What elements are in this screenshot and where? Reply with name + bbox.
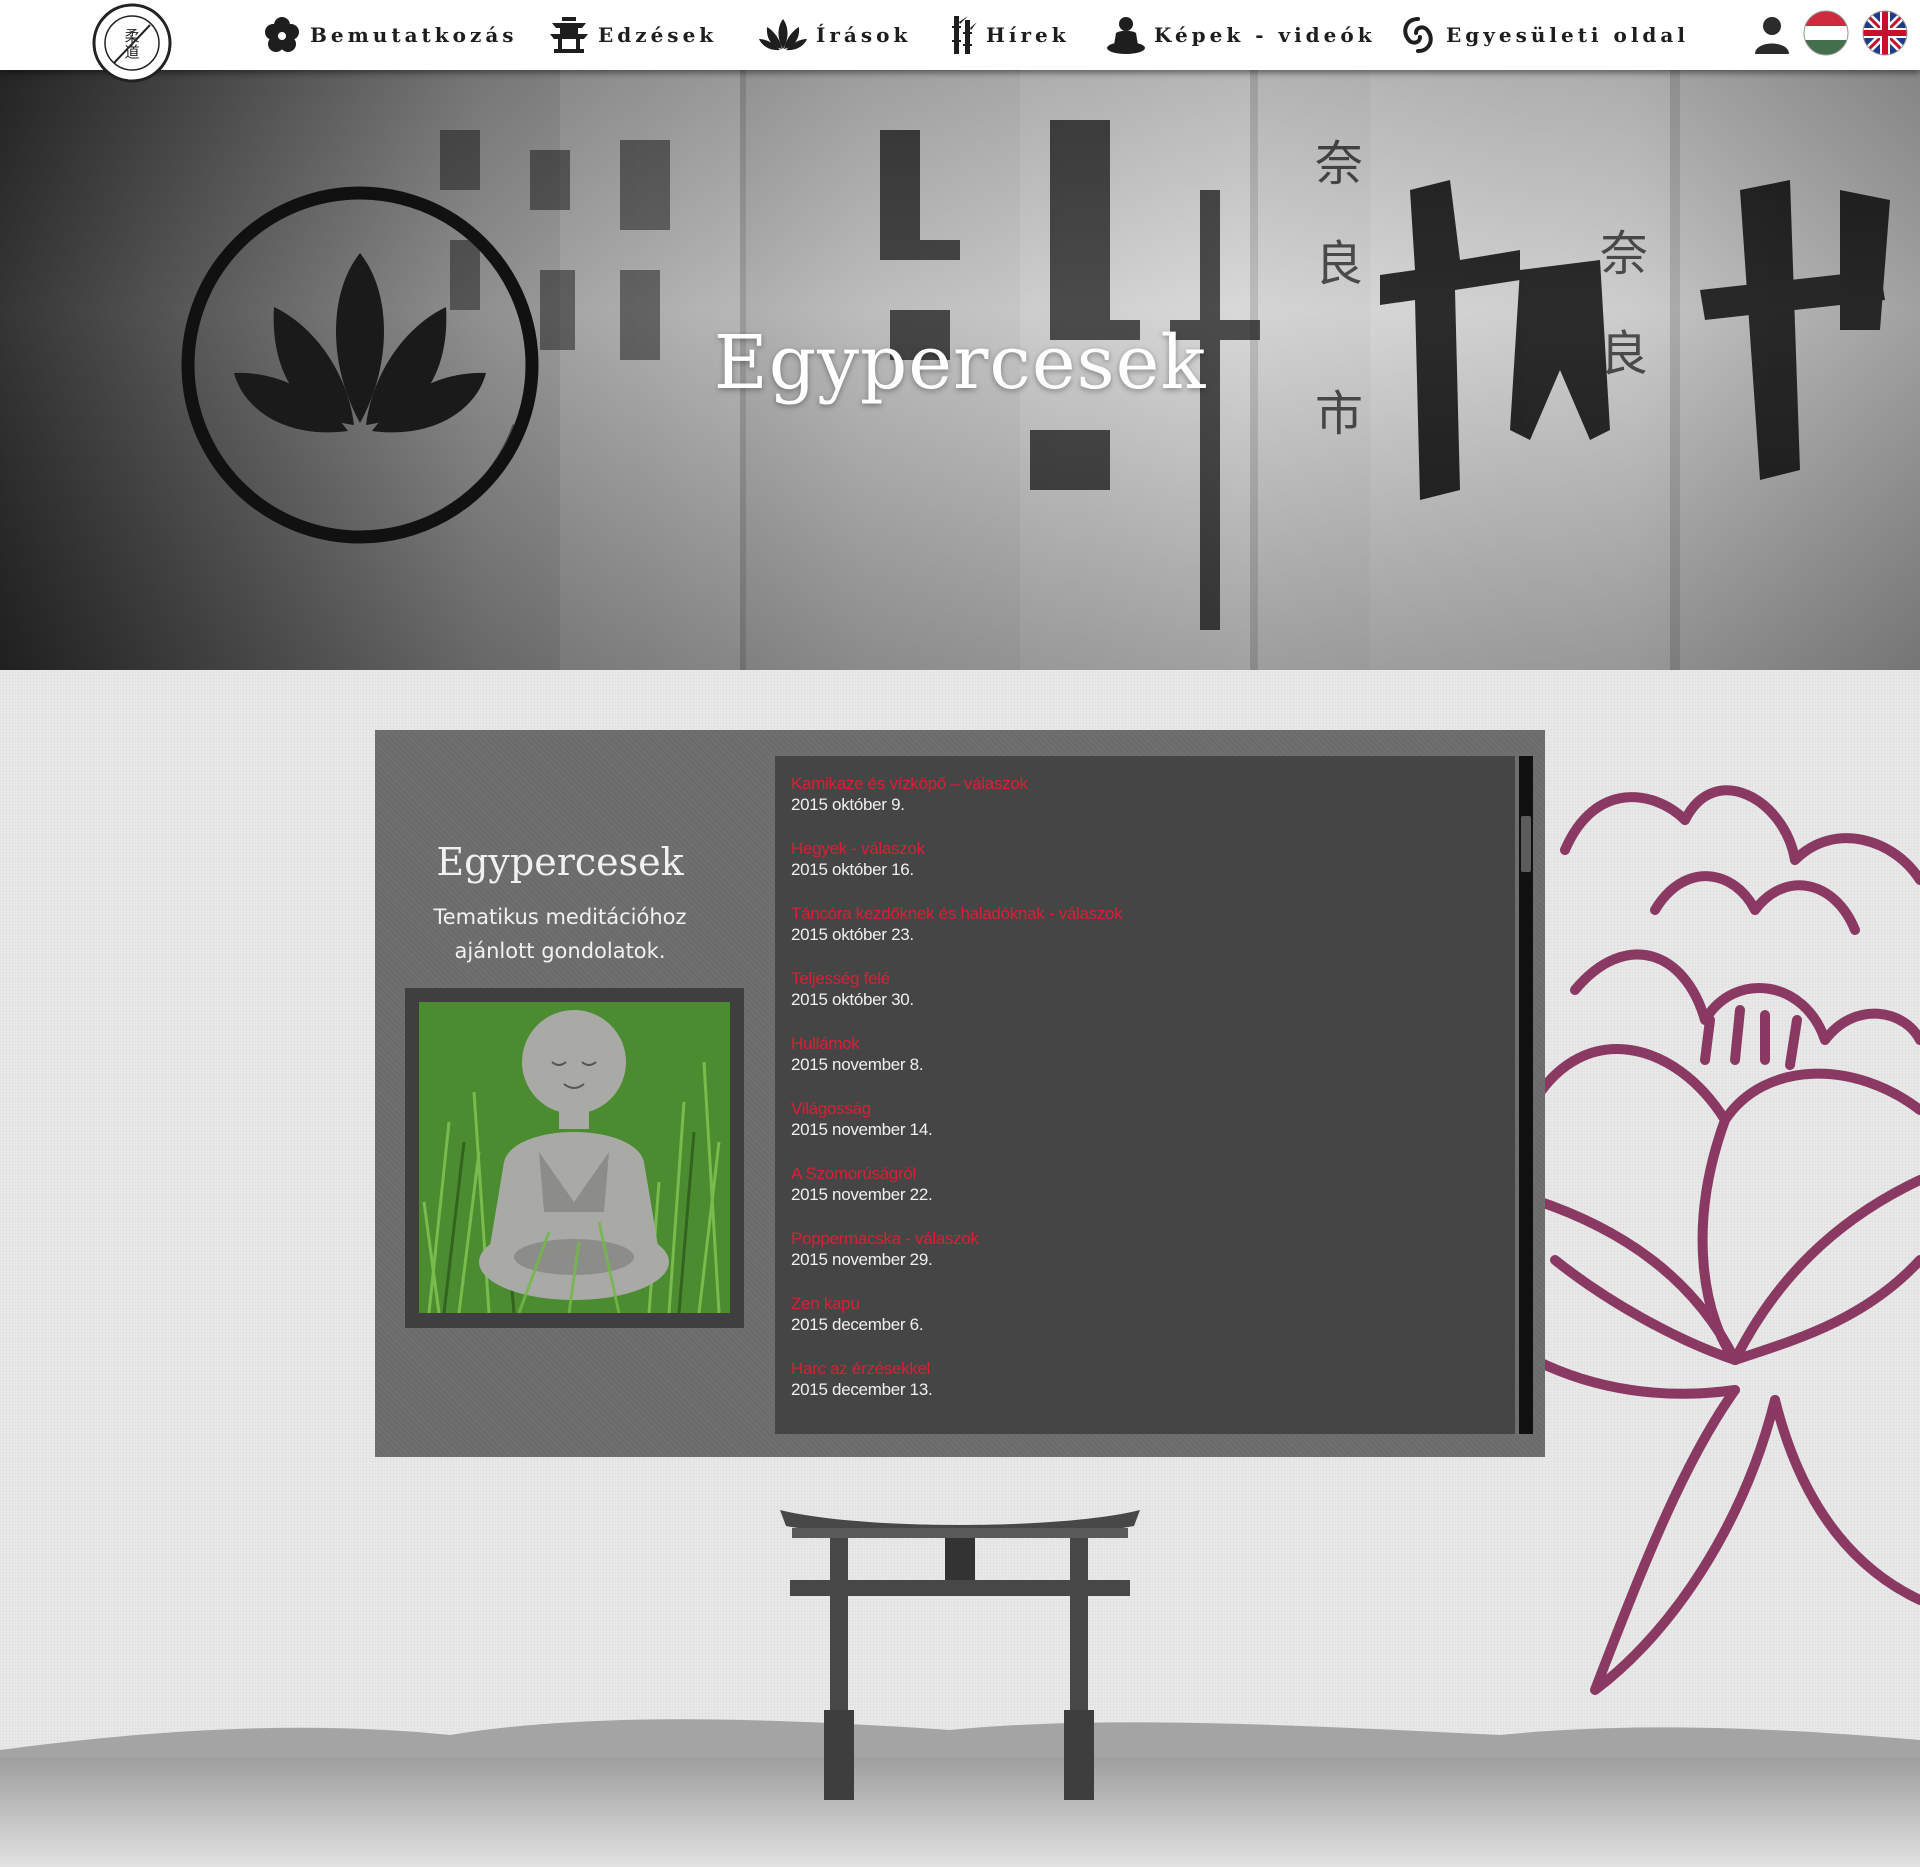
post-title-link[interactable]: Harc az érzésekkel (791, 1359, 932, 1379)
post-title-link[interactable]: Kamikaze és vízköpő – válaszok (791, 774, 1028, 794)
torii-gate (780, 1510, 1140, 1800)
nav-label: Edzések (598, 23, 718, 47)
list-item: Kamikaze és vízköpő – válaszok 2015 októ… (791, 774, 1028, 816)
list-item: Zen kapu 2015 december 6. (791, 1294, 924, 1336)
hero-title: Egypercesek (713, 320, 1207, 406)
panel-subtitle: Tematikus meditációhoz ajánlott gondolat… (433, 905, 687, 963)
nav-kepek-videok[interactable]: Képek - videók (1106, 0, 1376, 70)
list-item: Hegyek - válaszok 2015 október 16. (791, 839, 925, 881)
club-logo[interactable]: 柔 道 (92, 3, 172, 83)
post-title-link[interactable]: Teljesség felé (791, 969, 914, 989)
list-item: Harc az érzésekkel 2015 december 13. (791, 1359, 933, 1401)
post-title-link[interactable]: Táncóra kezdőknek és haladóknak - válasz… (791, 904, 1123, 924)
nav-label: Hírek (986, 23, 1070, 47)
nav-hirek[interactable]: Hírek (948, 0, 1070, 70)
list-item: Hullámok 2015 november 8. (791, 1034, 924, 1076)
list-item: Poppermacska - válaszok 2015 november 29… (791, 1229, 979, 1271)
lotus-icon (759, 19, 807, 51)
top-navigation-bar: 柔 道 Bemutatkozás Edzések Írások Hírek Ké… (0, 0, 1920, 83)
post-title-link[interactable]: Hullámok (791, 1034, 923, 1054)
post-date: 2015 november 22. (791, 1185, 933, 1204)
post-date: 2015 október 30. (791, 990, 914, 1009)
hero-banner: 奈良市 奈良 Egypercesek (0, 70, 1920, 670)
post-title-link[interactable]: Zen kapu (791, 1294, 923, 1314)
post-title-link[interactable]: Hegyek - válaszok (791, 839, 925, 859)
post-date: 2015 december 13. (791, 1380, 933, 1399)
nav-bemutatkozas[interactable]: Bemutatkozás (262, 0, 518, 70)
nav-label: Egyesületi oldal (1446, 23, 1689, 47)
nav-edzesek[interactable]: Edzések (548, 0, 717, 70)
pagoda-icon (550, 17, 588, 53)
nav-egyesuleti-oldal[interactable]: Egyesületi oldal (1398, 0, 1689, 70)
content-panel: Egypercesek Tematikus meditációhoz ajánl… (375, 730, 1545, 1457)
post-title-link[interactable]: Poppermacska - válaszok (791, 1229, 979, 1249)
post-title-link[interactable]: Világosság (791, 1099, 932, 1119)
swirl-icon (1403, 17, 1433, 53)
uk-flag-icon[interactable] (1862, 10, 1908, 56)
post-title-link[interactable]: A Szomorúságról (791, 1164, 932, 1184)
posts-list[interactable]: Kamikaze és vízköpő – válaszok 2015 októ… (775, 756, 1515, 1434)
photo-frame (405, 988, 744, 1328)
post-date: 2015 október 9. (791, 795, 905, 814)
hungarian-flag-icon[interactable] (1803, 10, 1849, 56)
lotus-flower-illustration (1535, 785, 1920, 1695)
lotus-circle-icon (181, 186, 539, 544)
list-item: A Szomorúságról 2015 november 22. (791, 1164, 933, 1206)
buddha-statue-photo (419, 1002, 730, 1313)
flower-icon (265, 17, 299, 52)
post-date: 2015 november 8. (791, 1055, 924, 1074)
buddha-icon (1107, 17, 1145, 54)
list-scrollbar[interactable] (1519, 756, 1533, 1434)
post-date: 2015 november 29. (791, 1250, 933, 1269)
nav-label: Írások (816, 23, 912, 47)
user-icon[interactable] (1752, 14, 1792, 54)
list-item: Világosság 2015 november 14. (791, 1099, 933, 1141)
post-date: 2015 november 14. (791, 1120, 933, 1139)
post-date: 2015 október 23. (791, 925, 914, 944)
svg-text:道: 道 (124, 43, 139, 61)
list-item: Táncóra kezdőknek és haladóknak - válasz… (791, 904, 1123, 946)
panel-title: Egypercesek (436, 840, 684, 884)
list-item: Teljesség felé 2015 október 30. (791, 969, 914, 1011)
nav-label: Bemutatkozás (310, 23, 518, 47)
bamboo-icon (952, 16, 977, 54)
nav-label: Képek - videók (1154, 23, 1376, 47)
post-date: 2015 október 16. (791, 860, 914, 879)
post-date: 2015 december 6. (791, 1315, 924, 1334)
nav-irasok[interactable]: Írások (758, 0, 911, 70)
scrollbar-thumb[interactable] (1521, 816, 1531, 872)
